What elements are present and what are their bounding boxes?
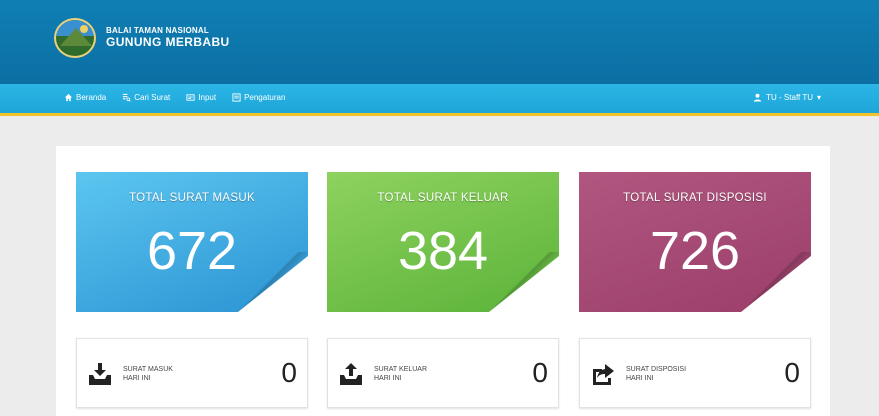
nav-label-pengaturan: Pengaturan bbox=[244, 93, 286, 102]
stat-card-surat-disposisi[interactable]: TOTAL SURAT DISPOSISI 726 bbox=[579, 172, 811, 312]
today-card-surat-masuk[interactable]: SURAT MASUK HARI INI 0 bbox=[76, 338, 308, 408]
search-list-icon bbox=[123, 93, 131, 102]
stat-card-surat-masuk[interactable]: TOTAL SURAT MASUK 672 bbox=[76, 172, 308, 312]
today-label-line2: HARI INI bbox=[123, 375, 151, 383]
settings-icon bbox=[232, 93, 241, 102]
today-label-line1: SURAT DISPOSISI bbox=[626, 366, 687, 373]
nav-label-input: Input bbox=[198, 93, 217, 102]
top-header: BALAI TAMAN NASIONAL GUNUNG MERBABU bbox=[0, 0, 879, 84]
nav-item-pengaturan[interactable]: Pengaturan bbox=[232, 93, 285, 102]
nav-label-beranda: Beranda bbox=[76, 93, 107, 102]
page-fold-decoration bbox=[489, 256, 559, 312]
today-label-line1: SURAT KELUAR bbox=[374, 366, 428, 373]
today-card-surat-disposisi[interactable]: SURAT DISPOSISI HARI INI 0 bbox=[579, 338, 811, 408]
page-fold-decoration bbox=[238, 256, 308, 312]
caret-down-icon: ▾ bbox=[816, 93, 821, 102]
user-label: TU - Staff TU bbox=[766, 93, 813, 102]
outbox-upload-icon bbox=[338, 361, 364, 387]
today-label-line2: HARI INI bbox=[626, 375, 654, 383]
main-navbar: Beranda Cari Surat Input Pengaturan TU -… bbox=[0, 84, 879, 116]
brand-text: BALAI TAMAN NASIONAL GUNUNG MERBABU bbox=[106, 26, 230, 49]
inbox-download-icon bbox=[87, 361, 113, 387]
today-count: 0 bbox=[281, 357, 297, 388]
stat-label: TOTAL SURAT DISPOSISI bbox=[623, 192, 767, 204]
share-icon bbox=[590, 361, 616, 387]
stat-label: TOTAL SURAT MASUK bbox=[129, 192, 255, 204]
today-count: 0 bbox=[784, 357, 800, 388]
dashboard-panel: TOTAL SURAT MASUK 672 TOTAL SURAT KELUAR… bbox=[56, 146, 830, 416]
brand-block[interactable]: BALAI TAMAN NASIONAL GUNUNG MERBABU bbox=[54, 18, 230, 58]
user-icon bbox=[754, 93, 762, 102]
nav-item-input[interactable]: Input bbox=[186, 93, 216, 102]
stat-card-surat-keluar[interactable]: TOTAL SURAT KELUAR 384 bbox=[327, 172, 559, 312]
home-icon bbox=[64, 93, 73, 102]
page-fold-decoration bbox=[741, 256, 811, 312]
today-label-line1: SURAT MASUK bbox=[123, 366, 173, 373]
today-card-surat-keluar[interactable]: SURAT KELUAR HARI INI 0 bbox=[327, 338, 559, 408]
user-menu-dropdown[interactable]: TU - Staff TU ▾ bbox=[753, 93, 821, 102]
org-line2: GUNUNG MERBABU bbox=[106, 34, 230, 49]
today-count: 0 bbox=[532, 357, 548, 388]
input-icon bbox=[186, 94, 195, 101]
nav-label-cari-surat: Cari Surat bbox=[134, 93, 171, 102]
nav-item-cari-surat[interactable]: Cari Surat bbox=[122, 93, 170, 102]
park-logo-icon bbox=[54, 18, 96, 58]
today-label-line2: HARI INI bbox=[374, 375, 402, 383]
stat-label: TOTAL SURAT KELUAR bbox=[377, 192, 509, 204]
nav-item-beranda[interactable]: Beranda bbox=[64, 93, 106, 102]
